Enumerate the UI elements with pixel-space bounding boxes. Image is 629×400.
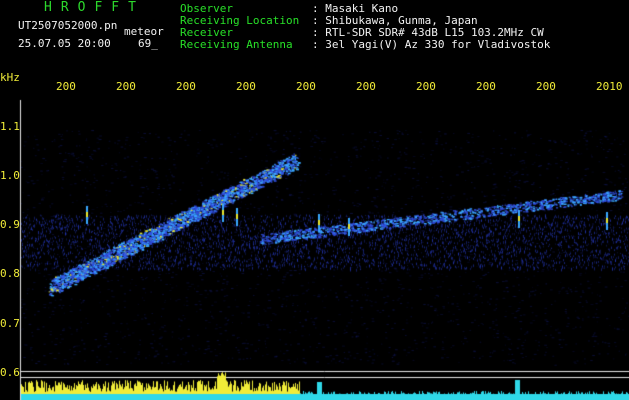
freq-axis: 1.1 1.0 0.9 0.8 0.7 0.6 xyxy=(0,70,20,400)
freq-tick-2: 0.9 xyxy=(0,218,20,231)
time-tick-8: 200 xyxy=(536,80,556,93)
freq-tick-4: 0.7 xyxy=(0,317,20,330)
freq-tick-0: 1.1 xyxy=(0,120,20,133)
freq-tick-1: 1.0 xyxy=(0,169,20,182)
antenna-value: : 3el Yagi(V) Az 330 for Vladivostok xyxy=(312,38,551,51)
time-tick-6: 200 xyxy=(416,80,436,93)
time-tick-3: 200 xyxy=(236,80,256,93)
freq-tick-3: 0.8 xyxy=(0,267,20,280)
time-tick-5: 200 xyxy=(356,80,376,93)
time-tick-2: 200 xyxy=(176,80,196,93)
time-tick-9: 2010 xyxy=(596,80,623,93)
datetime-text: 25.07.05 20:00 xyxy=(18,37,111,50)
time-tick-4: 200 xyxy=(296,80,316,93)
time-tick-1: 200 xyxy=(116,80,136,93)
spectrogram-plot xyxy=(0,0,629,400)
antenna-label: Receiving Antenna xyxy=(180,38,293,51)
filename-text: UT2507052000.pn xyxy=(18,19,118,32)
count-text: 69_ xyxy=(138,37,158,50)
time-tick-7: 200 xyxy=(476,80,496,93)
freq-tick-5: 0.6 xyxy=(0,366,20,379)
time-axis: 200 200 200 200 200 200 200 200 200 2010 xyxy=(0,80,629,94)
time-tick-0: 200 xyxy=(56,80,76,93)
brand-title: HROFFT xyxy=(44,0,145,15)
